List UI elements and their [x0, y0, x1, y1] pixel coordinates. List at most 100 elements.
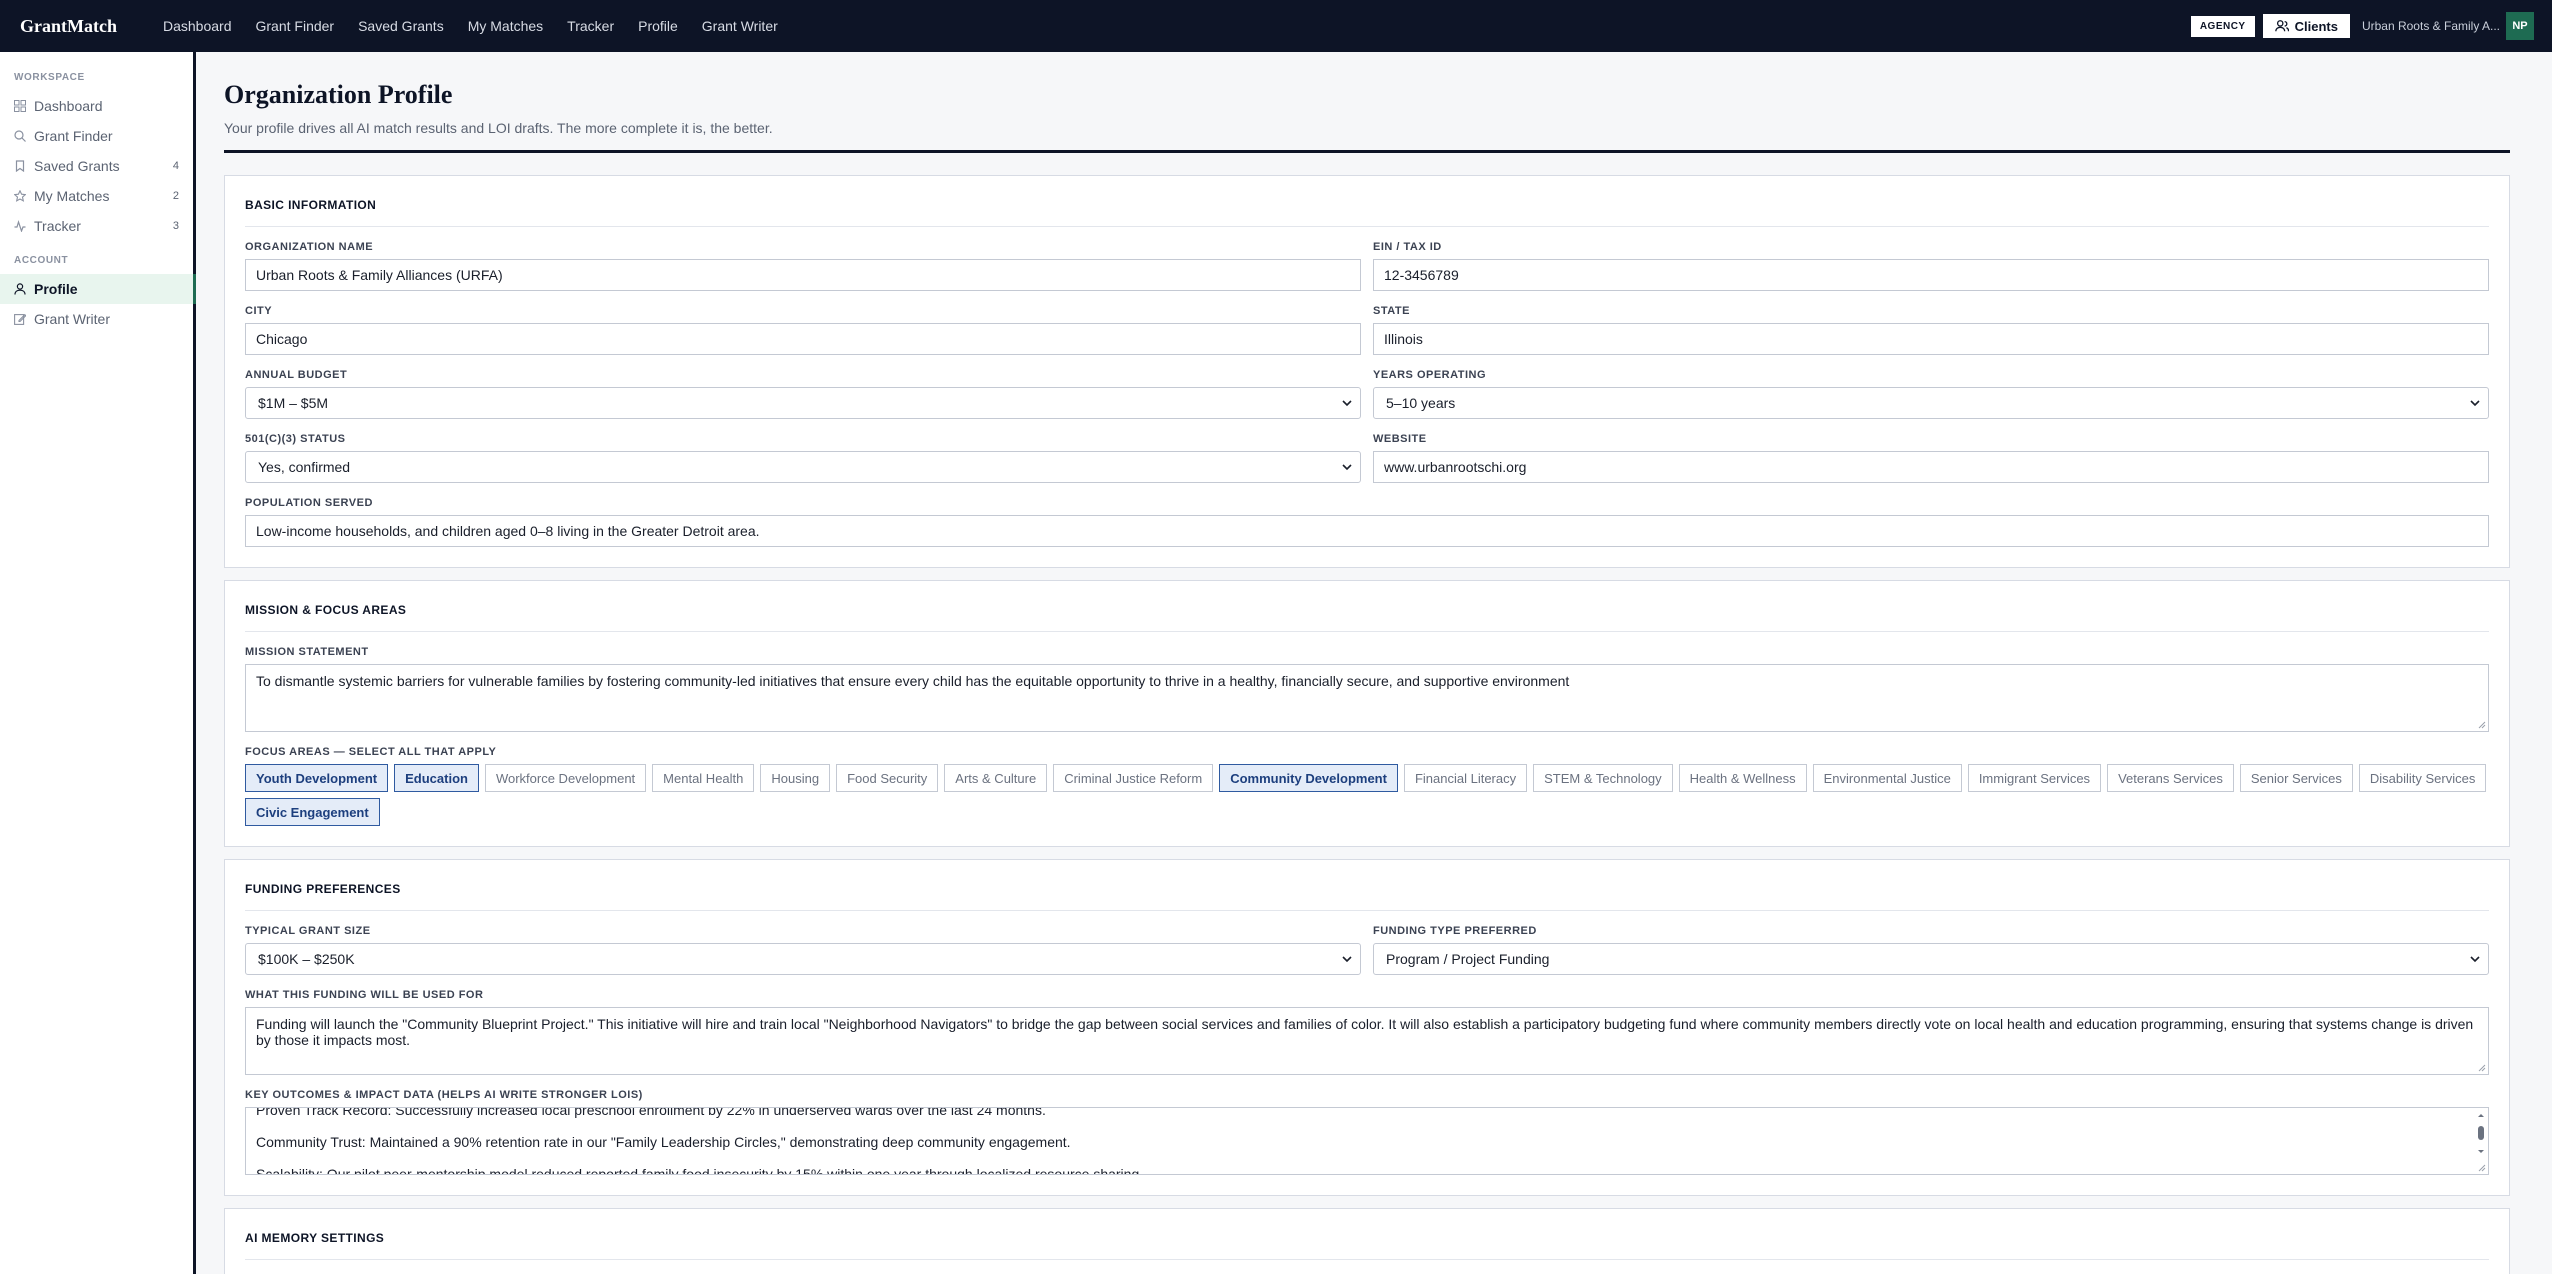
status-value: Yes, confirmed	[258, 459, 351, 475]
budget-select[interactable]: $1M – $5M	[245, 387, 1361, 419]
current-org-name[interactable]: Urban Roots & Family A...	[2362, 19, 2500, 33]
bookmark-icon	[15, 160, 25, 172]
section-title: FUNDING PREFERENCES	[245, 860, 2489, 911]
website-input[interactable]: www.urbanrootschi.org	[1373, 451, 2489, 483]
ai-memory-card: AI MEMORY SETTINGS	[224, 1208, 2510, 1274]
focus-tag-housing[interactable]: Housing	[760, 764, 831, 792]
agency-badge: AGENCY	[2190, 15, 2255, 37]
funding-use-label: WHAT THIS FUNDING WILL BE USED FOR	[245, 989, 484, 1001]
years-select[interactable]: 5–10 years	[1373, 387, 2489, 419]
funding-preferences-card: FUNDING PREFERENCES TYPICAL GRANT SIZE $…	[224, 859, 2510, 1196]
app-logo[interactable]: GrantMatch	[20, 16, 163, 37]
grid-icon	[14, 100, 26, 112]
ein-label: EIN / TAX ID	[1373, 241, 1442, 253]
section-title: MISSION & FOCUS AREAS	[245, 581, 2489, 632]
sidebar-item-profile[interactable]: Profile	[0, 274, 196, 304]
mission-statement-label: MISSION STATEMENT	[245, 646, 369, 658]
sidebar-heading-workspace: WORKSPACE	[14, 72, 85, 83]
sidebar-item-label: Grant Finder	[34, 128, 113, 144]
ein-input[interactable]: 12-3456789	[1373, 259, 2489, 291]
outcome-line: Scalability: Our pilot peer-mentorship m…	[256, 1166, 1144, 1175]
state-input[interactable]: Illinois	[1373, 323, 2489, 355]
chevron-down-icon	[1342, 464, 1352, 471]
focus-tag-stem-technology[interactable]: STEM & Technology	[1533, 764, 1673, 792]
sidebar-item-label: My Matches	[34, 188, 110, 204]
focus-tag-community-development[interactable]: Community Development	[1219, 764, 1398, 792]
chevron-down-icon	[2470, 400, 2480, 407]
focus-tag-criminal-justice-reform[interactable]: Criminal Justice Reform	[1053, 764, 1214, 792]
focus-tag-workforce-development[interactable]: Workforce Development	[484, 764, 647, 792]
outcome-line: Community Trust: Maintained a 90% retent…	[256, 1134, 1071, 1150]
page-subtitle: Your profile drives all AI match results…	[224, 120, 773, 136]
chevron-down-icon	[2470, 956, 2480, 963]
state-label: STATE	[1373, 305, 1410, 317]
nav-saved-grants[interactable]: Saved Grants	[358, 18, 444, 34]
focus-tag-arts-culture[interactable]: Arts & Culture	[944, 764, 1048, 792]
clients-button[interactable]: Clients	[2262, 14, 2350, 38]
resize-grip-icon[interactable]	[2478, 1164, 2486, 1172]
form-row: 501(C)(3) STATUS Yes, confirmed WEBSITE …	[245, 433, 2489, 483]
nav-tracker[interactable]: Tracker	[567, 18, 614, 34]
focus-tag-youth-development[interactable]: Youth Development	[245, 764, 389, 792]
my-matches-count: 2	[172, 190, 179, 202]
sidebar-item-grant-writer[interactable]: Grant Writer	[0, 304, 193, 334]
sidebar-item-label: Grant Writer	[34, 311, 110, 327]
funding-type-select[interactable]: Program / Project Funding	[1373, 943, 2489, 975]
nav-profile[interactable]: Profile	[638, 18, 678, 34]
avatar[interactable]: NP	[2506, 12, 2534, 40]
org-name-label: ORGANIZATION NAME	[245, 241, 374, 253]
section-title: AI MEMORY SETTINGS	[245, 1209, 2489, 1260]
funding-use-textarea[interactable]: Funding will launch the "Community Bluep…	[245, 1007, 2489, 1075]
focus-tag-financial-literacy[interactable]: Financial Literacy	[1403, 764, 1528, 792]
mission-statement-text: To dismantle systemic barriers for vulne…	[256, 673, 1570, 689]
sidebar-item-label: Dashboard	[34, 98, 103, 114]
focus-tag-food-security[interactable]: Food Security	[836, 764, 939, 792]
years-label: YEARS OPERATING	[1373, 369, 1487, 381]
funding-use-text: Funding will launch the "Community Bluep…	[256, 1016, 2474, 1048]
focus-tag-immigrant-services[interactable]: Immigrant Services	[1967, 764, 2102, 792]
focus-tag-education[interactable]: Education	[394, 764, 479, 792]
sidebar-heading-account: ACCOUNT	[14, 255, 69, 266]
focus-tag-disability-services[interactable]: Disability Services	[2358, 764, 2487, 792]
sidebar-item-tracker[interactable]: Tracker 3	[0, 211, 193, 241]
focus-tag-health-wellness[interactable]: Health & Wellness	[1678, 764, 1807, 792]
nav-dashboard[interactable]: Dashboard	[163, 18, 232, 34]
budget-value: $1M – $5M	[258, 395, 329, 411]
outcomes-textarea[interactable]: Proven Track Record: Successfully increa…	[245, 1107, 2489, 1175]
star-icon	[14, 190, 26, 202]
grant-size-select[interactable]: $100K – $250K	[245, 943, 1361, 975]
outcomes-content: Proven Track Record: Successfully increa…	[256, 1108, 2478, 1175]
outcomes-label: KEY OUTCOMES & IMPACT DATA (HELPS AI WRI…	[245, 1089, 643, 1101]
nav-grant-finder[interactable]: Grant Finder	[256, 18, 335, 34]
city-input[interactable]: Chicago	[245, 323, 1361, 355]
nav-my-matches[interactable]: My Matches	[468, 18, 543, 34]
scrollbar[interactable]	[2476, 1112, 2486, 1168]
focus-tag-civic-engagement[interactable]: Civic Engagement	[245, 798, 380, 826]
population-input[interactable]: Low-income households, and children aged…	[245, 515, 2489, 547]
sidebar-item-label: Saved Grants	[34, 158, 120, 174]
status-select[interactable]: Yes, confirmed	[245, 451, 1361, 483]
focus-areas-group: Youth Development Education Workforce De…	[245, 764, 2489, 826]
mission-statement-textarea[interactable]: To dismantle systemic barriers for vulne…	[245, 664, 2489, 732]
basic-information-card: BASIC INFORMATION ORGANIZATION NAME Urba…	[224, 175, 2510, 568]
focus-tag-environmental-justice[interactable]: Environmental Justice	[1812, 764, 1962, 792]
clients-label: Clients	[2294, 18, 2338, 34]
saved-grants-count: 4	[172, 160, 179, 172]
focus-areas-label: FOCUS AREAS — SELECT ALL THAT APPLY	[245, 746, 497, 758]
sidebar-item-grant-finder[interactable]: Grant Finder	[0, 121, 193, 151]
resize-grip-icon[interactable]	[2478, 721, 2486, 729]
nav-grant-writer[interactable]: Grant Writer	[702, 18, 778, 34]
org-name-input[interactable]: Urban Roots & Family Alliances (URFA)	[245, 259, 1361, 291]
focus-tag-senior-services[interactable]: Senior Services	[2239, 764, 2353, 792]
sidebar-item-saved-grants[interactable]: Saved Grants 4	[0, 151, 193, 181]
resize-grip-icon[interactable]	[2478, 1064, 2486, 1072]
focus-tag-mental-health[interactable]: Mental Health	[652, 764, 755, 792]
sidebar-item-dashboard[interactable]: Dashboard	[0, 91, 193, 121]
sidebar-item-my-matches[interactable]: My Matches 2	[0, 181, 193, 211]
focus-tag-veterans-services[interactable]: Veterans Services	[2107, 764, 2234, 792]
funding-type-value: Program / Project Funding	[1386, 951, 1550, 967]
sidebar: WORKSPACE Dashboard Grant Finder Saved G…	[0, 52, 196, 1274]
tracker-count: 3	[172, 220, 179, 232]
form-row: TYPICAL GRANT SIZE $100K – $250K FUNDING…	[245, 925, 2489, 975]
top-nav-bar: GrantMatch Dashboard Grant Finder Saved …	[0, 0, 2552, 52]
